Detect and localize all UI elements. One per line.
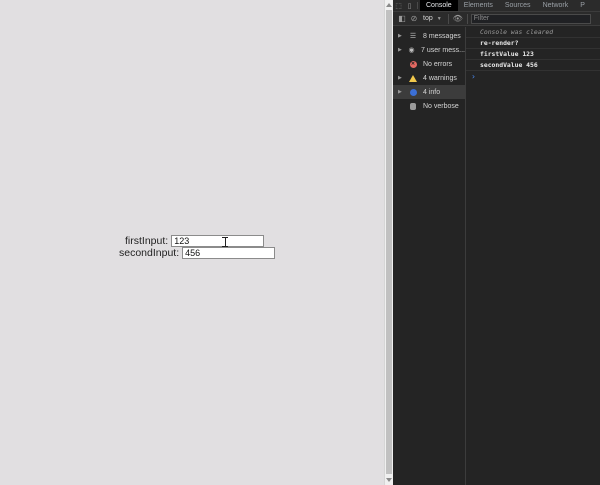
console-output: Console was cleared re-render? firstValu… — [466, 27, 600, 485]
text-cursor-icon — [222, 237, 228, 247]
list-icon: ☰ — [409, 33, 417, 40]
tab-performance[interactable]: P — [574, 0, 591, 11]
sidebar-item-user-messages[interactable]: ▶ ◉ 7 user mess... — [393, 43, 465, 57]
prompt-chevron-icon: › — [471, 72, 476, 81]
sidebar-item-warnings[interactable]: ▶ 4 warnings — [393, 71, 465, 85]
filter-placeholder: Filter — [473, 15, 490, 22]
tab-sources[interactable]: Sources — [499, 0, 537, 11]
first-input[interactable] — [171, 235, 265, 247]
tab-network[interactable]: Network — [537, 0, 575, 11]
console-message: firstValue 123 — [466, 49, 600, 60]
chevron-right-icon[interactable]: ▶ — [398, 75, 407, 81]
verbose-icon — [410, 102, 416, 110]
chevron-down-icon: ▼ — [436, 15, 442, 22]
user-icon: ◉ — [408, 47, 415, 54]
warning-icon — [409, 74, 417, 82]
chevron-right-icon[interactable]: ▶ — [398, 33, 407, 39]
first-input-row: firstInput: — [125, 235, 265, 247]
sidebar-item-messages[interactable]: ▶ ☰ 8 messages — [393, 29, 465, 43]
context-value: top — [423, 15, 433, 22]
second-input-label: secondInput: — [119, 247, 180, 259]
console-message: Console was cleared — [466, 27, 600, 38]
page-scrollbar[interactable] — [384, 0, 393, 485]
page-content: firstInput: secondInput: — [0, 0, 384, 485]
sidebar-toggle-icon[interactable]: ◧ — [396, 13, 408, 25]
scrollbar-thumb[interactable] — [386, 10, 392, 474]
first-input-label: firstInput: — [125, 235, 169, 247]
scroll-up-icon[interactable] — [386, 3, 392, 7]
inspect-element-icon[interactable]: ⬚ — [393, 0, 404, 11]
clear-console-icon[interactable]: ⊘ — [408, 13, 420, 25]
context-selector[interactable]: top ▼ — [420, 15, 445, 22]
sidebar-item-errors[interactable]: ▶ ✕ No errors — [393, 57, 465, 71]
second-input-row: secondInput: — [119, 247, 276, 259]
device-toolbar-icon[interactable]: ▯ — [404, 0, 415, 11]
console-message: secondValue 456 — [466, 60, 600, 71]
chevron-right-icon[interactable]: ▶ — [398, 47, 406, 53]
tab-console[interactable]: Console — [420, 0, 458, 11]
console-toolbar: ◧ ⊘ top ▼ 👁 Filter — [393, 12, 600, 26]
console-message: re-render? — [466, 38, 600, 49]
devtools-panel: ⬚ ▯ Console Elements Sources Network P ◧… — [393, 0, 600, 485]
chevron-right-icon[interactable]: ▶ — [398, 89, 407, 95]
console-prompt[interactable]: › — [466, 71, 600, 82]
devtools-tabbar: ⬚ ▯ Console Elements Sources Network P — [393, 0, 600, 12]
sidebar-item-info[interactable]: ▶ 4 info — [393, 85, 465, 99]
console-sidebar: ▶ ☰ 8 messages ▶ ◉ 7 user mess... ▶ ✕ No… — [393, 27, 466, 485]
error-icon: ✕ — [409, 60, 417, 68]
filter-input[interactable]: Filter — [470, 13, 591, 24]
scroll-down-icon[interactable] — [386, 478, 392, 482]
sidebar-item-verbose[interactable]: ▶ No verbose — [393, 99, 465, 113]
second-input[interactable] — [182, 247, 276, 259]
info-icon — [409, 88, 417, 96]
tab-elements[interactable]: Elements — [458, 0, 499, 11]
live-expression-eye-icon[interactable]: 👁 — [452, 13, 464, 25]
